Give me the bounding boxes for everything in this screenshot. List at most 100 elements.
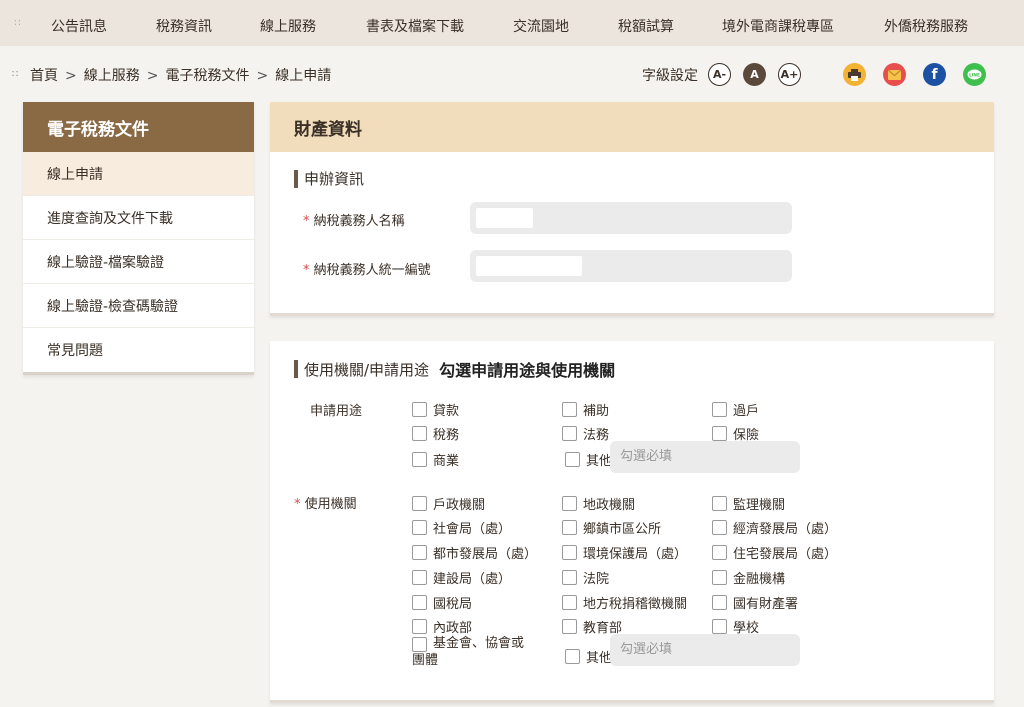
nav-item-forms-download[interactable]: 書表及檔案下載 — [366, 16, 464, 36]
purpose-checkbox-loan[interactable]: 貸款 — [412, 400, 459, 419]
taxpayer-id-label: * 納稅義務人統一編號 — [303, 259, 431, 278]
checkbox-box[interactable] — [712, 570, 727, 585]
checkbox-box[interactable] — [412, 426, 427, 441]
mail-icon[interactable] — [883, 63, 906, 86]
nav-item-online-services[interactable]: 線上服務 — [260, 16, 316, 36]
agency-checkbox-motor[interactable]: 監理機關 — [712, 494, 785, 513]
checkbox-label: 過戶 — [733, 404, 760, 419]
checkbox-label: 基金會、協會或團體 — [412, 636, 525, 668]
grip-icon: ∷ — [12, 68, 20, 80]
nav-item-forum[interactable]: 交流園地 — [513, 16, 569, 36]
breadcrumb-home[interactable]: 首頁 — [30, 68, 58, 84]
checkbox-label: 監理機關 — [733, 498, 786, 513]
nav-item-foreigner-tax[interactable]: 外僑稅務服務 — [884, 16, 968, 36]
agency-checkbox-township[interactable]: 鄉鎮市區公所 — [562, 518, 661, 537]
taxpayer-id-label-text: 納稅義務人統一編號 — [313, 263, 431, 278]
nav-item-tax-info[interactable]: 稅務資訊 — [156, 16, 212, 36]
agency-checkbox-financial[interactable]: 金融機構 — [712, 568, 785, 587]
checkbox-box[interactable] — [712, 496, 727, 511]
checkbox-box[interactable] — [412, 496, 427, 511]
breadcrumb-separator: > — [146, 68, 159, 84]
agency-checkbox-construction[interactable]: 建設局（處） — [412, 568, 511, 587]
agency-checkbox-household[interactable]: 戶政機關 — [412, 494, 485, 513]
taxpayer-id-input[interactable] — [470, 250, 792, 282]
agency-checkbox-interior[interactable]: 內政部 — [412, 617, 472, 636]
agency-checkbox-land[interactable]: 地政機關 — [562, 494, 635, 513]
nav-item-announcements[interactable]: 公告訊息 — [51, 16, 107, 36]
checkbox-box[interactable] — [562, 426, 577, 441]
agency-label: * 使用機關 — [294, 493, 357, 512]
checkbox-box[interactable] — [562, 496, 577, 511]
font-default-button[interactable]: A — [743, 63, 766, 86]
sidebar-item-faq[interactable]: 常見問題 — [23, 328, 254, 372]
nav-item-tax-calculator[interactable]: 稅額試算 — [618, 16, 674, 36]
checkbox-box[interactable] — [565, 452, 580, 467]
line-icon[interactable]: LINE — [963, 63, 986, 86]
property-card: 財產資料 申辦資訊 * 納稅義務人名稱 * 納稅義務人統一編號 — [270, 102, 994, 316]
checkbox-box[interactable] — [412, 595, 427, 610]
checkbox-box[interactable] — [562, 619, 577, 634]
facebook-icon[interactable]: f — [923, 63, 946, 86]
purpose-checkbox-tax[interactable]: 稅務 — [412, 424, 459, 443]
purpose-checkbox-commerce[interactable]: 商業 — [412, 450, 459, 469]
print-icon[interactable] — [843, 63, 866, 86]
checkbox-box[interactable] — [412, 402, 427, 417]
sidebar-item-file-verification[interactable]: 線上驗證-檔案驗證 — [23, 240, 254, 284]
checkbox-box[interactable] — [562, 545, 577, 560]
nav-item-cross-border-ecommerce[interactable]: 境外電商課稅專區 — [722, 16, 834, 36]
checkbox-box[interactable] — [712, 619, 727, 634]
required-mark: * — [303, 263, 310, 278]
section-label: 申辦資訊 — [304, 170, 365, 188]
checkbox-label: 國有財產署 — [733, 597, 799, 612]
agency-other-input[interactable] — [610, 634, 800, 666]
checkbox-box[interactable] — [562, 520, 577, 535]
checkbox-box[interactable] — [565, 649, 580, 664]
checkbox-box[interactable] — [412, 452, 427, 467]
agency-checkbox-urban[interactable]: 都市發展局（處） — [412, 543, 537, 562]
agency-checkbox-national-property[interactable]: 國有財產署 — [712, 593, 798, 612]
taxpayer-name-value — [476, 208, 533, 228]
breadcrumb-separator: > — [65, 68, 77, 84]
agency-checkbox-housing[interactable]: 住宅發展局（處） — [712, 543, 837, 562]
checkbox-box[interactable] — [562, 570, 577, 585]
breadcrumb: 首頁 > 線上服務 > 電子稅務文件 > 線上申請 — [30, 65, 331, 85]
checkbox-label: 貸款 — [433, 404, 460, 419]
agency-checkbox-national-tax[interactable]: 國稅局 — [412, 593, 472, 612]
agency-checkbox-other[interactable]: 其他 — [565, 647, 612, 666]
agency-checkbox-court[interactable]: 法院 — [562, 568, 609, 587]
purpose-checkbox-subsidy[interactable]: 補助 — [562, 400, 609, 419]
checkbox-box[interactable] — [412, 520, 427, 535]
purpose-checkbox-other[interactable]: 其他 — [565, 450, 612, 469]
agency-checkbox-local-tax[interactable]: 地方稅捐稽徵機關 — [562, 593, 687, 612]
checkbox-box[interactable] — [412, 545, 427, 560]
sidebar-item-progress-query[interactable]: 進度查詢及文件下載 — [23, 196, 254, 240]
purpose-checkbox-transfer[interactable]: 過戶 — [712, 400, 759, 419]
checkbox-box[interactable] — [562, 595, 577, 610]
checkbox-box[interactable] — [712, 520, 727, 535]
agency-checkbox-environment[interactable]: 環境保護局（處） — [562, 543, 687, 562]
checkbox-box[interactable] — [562, 402, 577, 417]
font-decrease-button[interactable]: A- — [708, 63, 731, 86]
checkbox-box[interactable] — [712, 402, 727, 417]
purpose-checkbox-legal[interactable]: 法務 — [562, 424, 609, 443]
taxpayer-name-input[interactable] — [470, 202, 792, 234]
sidebar-item-online-application[interactable]: 線上申請 — [23, 152, 254, 196]
agency-checkbox-education[interactable]: 教育部 — [562, 617, 622, 636]
taxpayer-id-value — [476, 256, 582, 276]
sidebar-item-code-verification[interactable]: 線上驗證-檢查碼驗證 — [23, 284, 254, 328]
font-increase-button[interactable]: A+ — [778, 63, 801, 86]
checkbox-box[interactable] — [712, 595, 727, 610]
breadcrumb-online-services[interactable]: 線上服務 — [84, 68, 140, 84]
checkbox-label: 其他 — [586, 651, 613, 666]
checkbox-label: 金融機構 — [733, 572, 786, 587]
agency-checkbox-social[interactable]: 社會局（處） — [412, 518, 511, 537]
checkbox-box[interactable] — [412, 570, 427, 585]
checkbox-box[interactable] — [712, 426, 727, 441]
purpose-other-input[interactable] — [610, 441, 800, 473]
checkbox-box[interactable] — [412, 619, 427, 634]
section-title-usage: 使用機關/申請用途 勾選申請用途與使用機關 — [294, 357, 615, 381]
breadcrumb-e-tax-documents[interactable]: 電子稅務文件 — [165, 68, 249, 84]
checkbox-box[interactable] — [712, 545, 727, 560]
agency-checkbox-foundation[interactable]: 基金會、協會或團體 — [412, 635, 534, 669]
agency-checkbox-economic[interactable]: 經濟發展局（處） — [712, 518, 837, 537]
